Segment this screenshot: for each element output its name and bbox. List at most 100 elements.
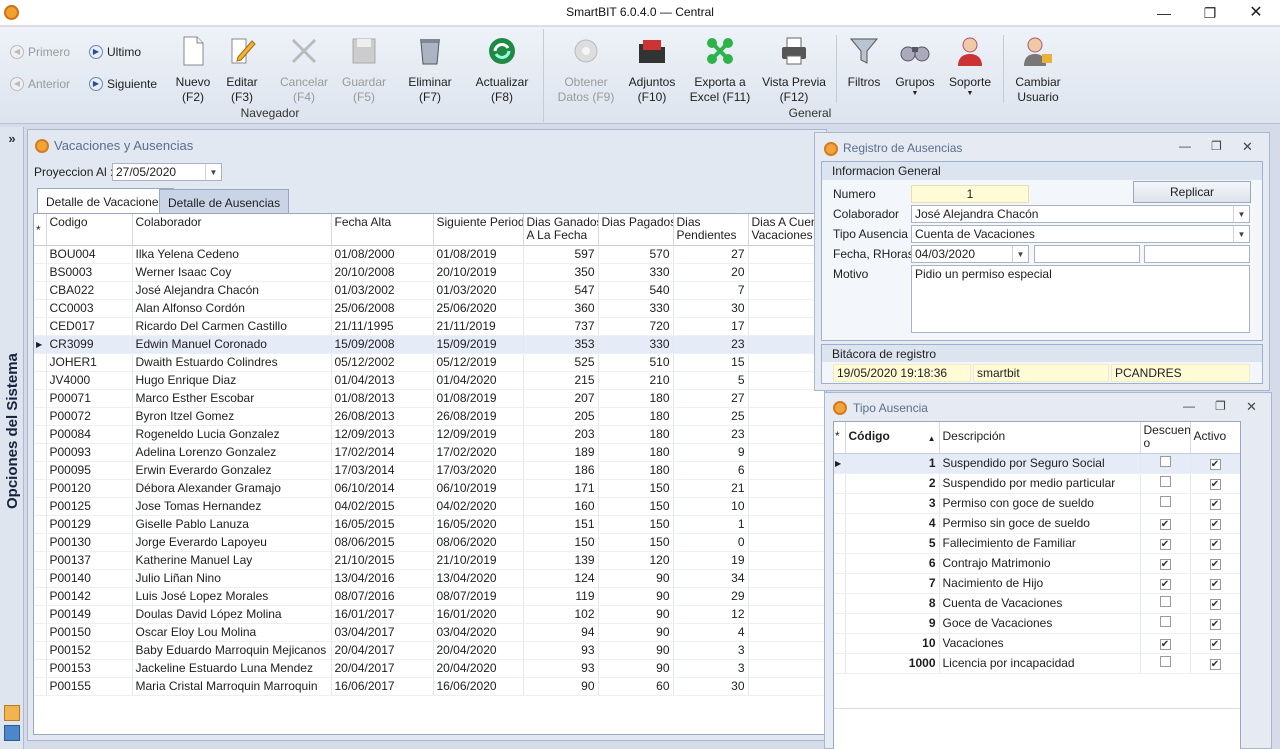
row-indicator[interactable]: ▶ xyxy=(834,453,846,474)
descuento-checkbox[interactable] xyxy=(1159,655,1171,667)
col-colaborador[interactable]: Colaborador xyxy=(132,214,332,246)
codigo-cell[interactable]: 5 xyxy=(845,533,940,554)
get-data-button[interactable]: Obtener Datos (F9) xyxy=(555,35,617,105)
table-cell[interactable]: Werner Isaac Coy xyxy=(132,263,332,282)
col-codigo[interactable]: Código ▲ xyxy=(845,422,940,454)
table-cell[interactable]: 90 xyxy=(598,623,674,642)
table-cell[interactable]: 0 xyxy=(748,569,824,588)
table-cell[interactable]: P00137 xyxy=(46,551,133,570)
activo-checkbox[interactable]: ✔ xyxy=(1209,658,1221,670)
table-cell[interactable]: P00149 xyxy=(46,605,133,624)
numero-field[interactable]: 1 xyxy=(911,185,1029,203)
row-indicator[interactable] xyxy=(834,513,846,534)
table-row[interactable]: P00150 Oscar Eloy Lou Molina 03/04/2017 03/… xyxy=(34,623,824,642)
new-button[interactable]: Nuevo (F2) xyxy=(170,35,216,105)
table-cell[interactable]: P00140 xyxy=(46,569,133,588)
table-cell[interactable]: CR3099 xyxy=(46,335,133,354)
motivo-textarea[interactable]: Pidio un permiso especial xyxy=(911,265,1250,333)
table-cell[interactable]: 0 xyxy=(748,659,824,678)
table-cell[interactable]: 12/09/2019 xyxy=(433,425,524,444)
restore-icon[interactable]: ❐ xyxy=(1215,399,1226,413)
row-indicator[interactable] xyxy=(34,623,47,642)
row-indicator[interactable] xyxy=(34,245,47,264)
table-cell[interactable]: 19 xyxy=(673,551,749,570)
table-cell[interactable]: 16/01/2017 xyxy=(331,605,434,624)
table-cell[interactable]: 10 xyxy=(673,497,749,516)
table-cell[interactable]: 25/06/2020 xyxy=(433,299,524,318)
table-cell[interactable]: 08/06/2020 xyxy=(433,533,524,552)
codigo-cell[interactable]: 6 xyxy=(845,553,940,574)
table-cell[interactable]: P00072 xyxy=(46,407,133,426)
activo-checkbox[interactable]: ✔ xyxy=(1209,618,1221,630)
table-cell[interactable]: 180 xyxy=(598,407,674,426)
table-cell[interactable]: 60 xyxy=(598,677,674,696)
table-cell[interactable]: 0 xyxy=(748,641,824,660)
table-cell[interactable]: 08/07/2016 xyxy=(331,587,434,606)
row-indicator[interactable] xyxy=(34,317,47,336)
change-user-button[interactable]: Cambiar Usuario xyxy=(1010,35,1066,105)
descripcion-cell[interactable]: Licencia por incapacidad xyxy=(939,653,1141,674)
save-button[interactable]: Guardar (F5) xyxy=(338,35,390,105)
table-cell[interactable]: 350 xyxy=(523,263,599,282)
table-cell[interactable]: 180 xyxy=(598,461,674,480)
table-cell[interactable]: 124 xyxy=(523,569,599,588)
table-cell[interactable]: Maria Cristal Marroquin Marroquin xyxy=(132,677,332,696)
cancel-button[interactable]: Cancelar (F4) xyxy=(278,35,330,105)
col-codigo[interactable]: Codigo xyxy=(46,214,133,246)
table-row[interactable]: P00155 Maria Cristal Marroquin Marroquin 1… xyxy=(34,677,824,696)
table-cell[interactable]: 25/06/2008 xyxy=(331,299,434,318)
table-cell[interactable]: 13/04/2016 xyxy=(331,569,434,588)
table-cell[interactable]: 27 xyxy=(673,245,749,264)
table-cell[interactable]: Dwaith Estuardo Colindres xyxy=(132,353,332,372)
descripcion-cell[interactable]: Suspendido por Seguro Social xyxy=(939,453,1141,474)
monitor-icon[interactable] xyxy=(4,725,20,741)
table-cell[interactable]: Jorge Everardo Lapoyeu xyxy=(132,533,332,552)
table-cell[interactable]: Erwin Everardo Gonzalez xyxy=(132,461,332,480)
activo-checkbox[interactable]: ✔ xyxy=(1209,578,1221,590)
extra-field[interactable] xyxy=(1144,245,1250,263)
table-cell[interactable]: 20/04/2017 xyxy=(331,659,434,678)
row-indicator[interactable] xyxy=(834,633,846,654)
table-row[interactable]: P00137 Katherine Manuel Lay 21/10/2015 21/1… xyxy=(34,551,824,570)
table-cell[interactable]: 04/02/2020 xyxy=(433,497,524,516)
row-indicator[interactable] xyxy=(34,443,47,462)
table-cell[interactable]: 3 xyxy=(748,425,824,444)
table-cell[interactable]: Oscar Eloy Lou Molina xyxy=(132,623,332,642)
table-cell[interactable]: 7 xyxy=(673,281,749,300)
table-row[interactable]: P00153 Jackeline Estuardo Luna Mendez 20/0… xyxy=(34,659,824,678)
table-row[interactable]: P00140 Julio Liñan Nino 13/04/2016 13/04/20… xyxy=(34,569,824,588)
table-row[interactable]: P00095 Erwin Everardo Gonzalez 17/03/2014 1… xyxy=(34,461,824,480)
table-cell[interactable]: Edwin Manuel Coronado xyxy=(132,335,332,354)
descuento-checkbox[interactable]: ✔ xyxy=(1159,578,1171,590)
table-cell[interactable]: 27 xyxy=(673,389,749,408)
groups-button[interactable]: Grupos ▼ xyxy=(892,35,938,98)
table-cell[interactable]: 180 xyxy=(598,389,674,408)
row-indicator[interactable] xyxy=(34,551,47,570)
table-row[interactable]: JOHER1 Dwaith Estuardo Colindres 05/12/200… xyxy=(34,353,824,372)
list-item[interactable]: 6 Contrajo Matrimonio ✔ ✔ xyxy=(834,553,1240,574)
close-icon[interactable]: ✕ xyxy=(1246,399,1257,415)
table-cell[interactable]: 26/08/2013 xyxy=(331,407,434,426)
codigo-cell[interactable]: 10 xyxy=(845,633,940,654)
col-dias-pendientes[interactable]: Dias Pendientes xyxy=(673,214,749,246)
activo-checkbox[interactable]: ✔ xyxy=(1209,638,1221,650)
table-cell[interactable]: 189 xyxy=(523,443,599,462)
row-indicator[interactable] xyxy=(34,605,47,624)
table-cell[interactable]: JV4000 xyxy=(46,371,133,390)
table-cell[interactable]: 4 xyxy=(673,623,749,642)
table-cell[interactable]: 210 xyxy=(598,371,674,390)
table-cell[interactable]: P00071 xyxy=(46,389,133,408)
table-cell[interactable]: P00130 xyxy=(46,533,133,552)
table-row[interactable]: P00149 Doulas David López Molina 16/01/201… xyxy=(34,605,824,624)
table-cell[interactable]: 17 xyxy=(673,317,749,336)
filters-button[interactable]: Filtros xyxy=(842,35,886,90)
table-cell[interactable]: 207 xyxy=(523,389,599,408)
table-cell[interactable]: 29 xyxy=(673,587,749,606)
table-cell[interactable]: 203 xyxy=(523,425,599,444)
table-cell[interactable]: 16/06/2020 xyxy=(433,677,524,696)
codigo-cell[interactable]: 9 xyxy=(845,613,940,634)
row-indicator[interactable] xyxy=(34,677,47,696)
table-cell[interactable]: Jackeline Estuardo Luna Mendez xyxy=(132,659,332,678)
table-cell[interactable]: Débora Alexander Gramajo xyxy=(132,479,332,498)
table-row[interactable]: P00125 Jose Tomas Hernandez 04/02/2015 04/0… xyxy=(34,497,824,516)
